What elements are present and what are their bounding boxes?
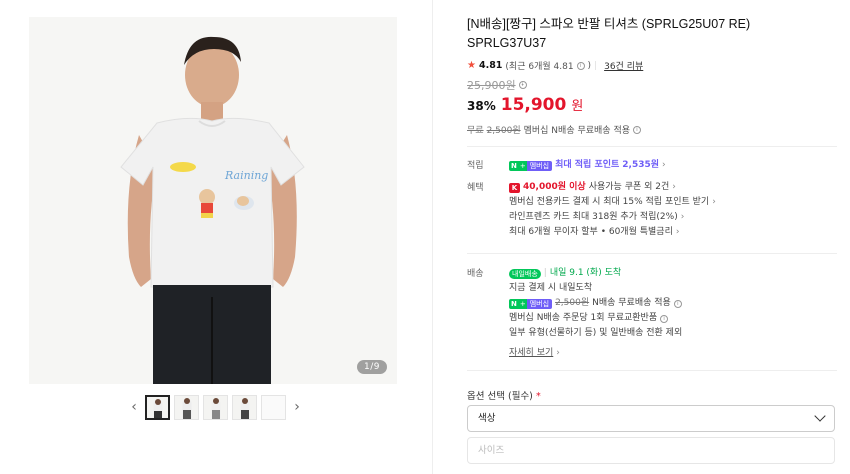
option-title: 옵션 선택 (필수) * <box>467 388 541 402</box>
coupon-text: 40,000원 이상 <box>523 182 586 192</box>
rating-row: ★ 4.81 (최근 6개월 4.81 i) | 36건 리뷰 <box>467 59 839 72</box>
section-divider <box>467 370 837 371</box>
review-link[interactable]: 36건 리뷰 <box>604 59 643 72</box>
discount-rate: 38% <box>467 99 496 113</box>
required-mark: * <box>535 391 541 402</box>
sale-price-row: 38% 15,900 원 <box>467 95 839 115</box>
section-divider <box>467 146 837 147</box>
points-text: 최대 적립 포인트 <box>555 160 620 170</box>
thumbnail-2[interactable] <box>174 394 199 420</box>
membership-badge: N + 멤버십 <box>509 298 553 309</box>
size-select[interactable]: 사이즈 <box>467 437 835 464</box>
installment-row[interactable]: 최대 6개월 무이자 할부 • 60개월 특별금리 › <box>509 225 839 240</box>
thumbnail-4[interactable] <box>232 394 257 420</box>
info-icon[interactable]: i <box>673 299 682 308</box>
product-title-line1: [N배송][짱구] 스파오 반팔 티셔츠 (SPRLG25U07 RE) <box>467 17 751 31</box>
coupon-rest: 사용가능 쿠폰 외 2건 <box>588 182 670 192</box>
shipping-section: 배송 내일배송 | 내일 9.1 (화) 도착 지금 결제 시 내일도착 N + 멤… <box>467 266 839 361</box>
chevron-right-icon: › <box>662 160 666 170</box>
line-friends-text: 라인프렌즈 카드 최대 318원 추가 적립(2%) <box>509 212 678 222</box>
benefit-label: 혜택 <box>467 183 484 193</box>
tshirt-graphic-text: Raining <box>224 169 268 182</box>
shipfee-strike: 2,500원 <box>486 126 521 136</box>
product-title: [N배송][짱구] 스파오 반팔 티셔츠 (SPRLG25U07 RE) SPR… <box>467 15 839 53</box>
chevron-down-icon <box>814 410 826 422</box>
exclude-note: 일부 유형(선물하기 등) 및 일반배송 전환 제외 <box>509 328 683 338</box>
sale-price-unit: 원 <box>571 99 584 114</box>
info-icon[interactable]: i <box>576 61 585 70</box>
shipping-fee-row: N + 멤버십 2,500원 N배송 무료배송 적용 i <box>509 296 839 311</box>
separator: | <box>594 60 598 71</box>
card-benefit-row[interactable]: 멤버십 전용카드 결제 시 최대 15% 적립 포인트 받기 › <box>509 195 839 210</box>
pay-note: 지금 결제 시 내일도착 <box>509 283 593 293</box>
image-counter: 1/9 <box>357 360 387 374</box>
option-title-text: 옵션 선택 (필수) <box>467 391 533 402</box>
info-icon[interactable]: i <box>660 314 669 323</box>
column-divider <box>432 0 433 474</box>
chevron-right-icon: › <box>680 212 685 222</box>
points-value: 2,535원 <box>622 160 660 170</box>
thumbnail-strip: ‹ › <box>127 394 304 420</box>
shipping-fee-strike: 2,500원 <box>555 298 590 308</box>
chevron-right-icon: › <box>556 348 560 358</box>
product-info: [N배송][짱구] 스파오 반팔 티셔츠 (SPRLG25U07 RE) SPR… <box>467 15 839 136</box>
membership-badge: N + 멤버십 <box>509 160 553 171</box>
thumbnail-5[interactable] <box>261 394 286 420</box>
chevron-right-icon: › <box>712 197 716 207</box>
shipfee-prefix: 무료 <box>467 126 484 136</box>
size-select-label: 사이즈 <box>478 445 505 456</box>
exchange-row: 멤버십 N배송 주문당 1회 무료교환반품 i <box>509 311 839 326</box>
points-row[interactable]: N + 멤버십 최대 적립 포인트 2,535원 › <box>509 158 839 173</box>
product-main-image[interactable]: Raining 1/9 <box>29 17 397 384</box>
tomorrow-delivery-badge: 내일배송 <box>509 268 541 279</box>
coupon-icon: K <box>509 182 520 193</box>
card-benefit-text: 멤버십 전용카드 결제 시 최대 15% 적립 포인트 받기 <box>509 197 710 207</box>
arrival-date: 내일 9.1 (화) 도착 <box>549 268 622 278</box>
exchange-text: 멤버십 N배송 주문당 1회 무료교환반품 <box>509 313 658 323</box>
chevron-right-icon[interactable]: › <box>290 397 304 417</box>
sale-price: 15,900 <box>500 95 567 115</box>
original-price: 25,900원 <box>467 79 516 92</box>
section-divider <box>467 253 837 254</box>
shipping-fee-text: N배송 무료배송 적용 <box>592 298 671 308</box>
info-icon[interactable]: i <box>518 81 527 89</box>
arrival-row: 내일배송 | 내일 9.1 (화) 도착 <box>509 266 839 281</box>
line-friends-row[interactable]: 라인프렌즈 카드 최대 318원 추가 적립(2%) › <box>509 210 839 225</box>
benefits-section: 적립 N + 멤버십 최대 적립 포인트 2,535원 › 혜택 K 40,000원… <box>467 158 839 248</box>
chevron-right-icon: › <box>672 182 676 192</box>
model-photo: Raining <box>29 17 397 384</box>
shipfee-text: 멤버십 N배송 무료배송 적용 <box>523 126 631 136</box>
rating-value: 4.81 <box>478 60 503 71</box>
detail-link-row[interactable]: 자세히 보기 › <box>509 346 839 361</box>
chevron-left-icon[interactable]: ‹ <box>127 397 141 417</box>
thumbnail-1[interactable] <box>145 394 170 420</box>
rating-detail-close: ) <box>587 60 592 71</box>
thumbnail-3[interactable] <box>203 394 228 420</box>
points-label: 적립 <box>467 161 484 171</box>
color-select[interactable]: 색상 <box>467 405 835 432</box>
shipping-label: 배송 <box>467 269 484 279</box>
rating-detail: (최근 6개월 4.81 <box>505 62 574 72</box>
info-icon[interactable]: i <box>633 125 642 134</box>
original-price-row: 25,900원 i <box>467 77 839 93</box>
coupon-row[interactable]: K 40,000원 이상 사용가능 쿠폰 외 2건 › <box>509 180 839 195</box>
detail-link[interactable]: 자세히 보기 <box>509 346 553 361</box>
star-icon: ★ <box>467 60 476 71</box>
installment-text: 최대 6개월 무이자 할부 • 60개월 특별금리 <box>509 227 673 237</box>
shipping-fee-row: 무료 2,500원 멤버십 N배송 무료배송 적용 i <box>467 123 839 136</box>
color-select-label: 색상 <box>478 413 496 424</box>
product-title-line2: SPRLG37U37 <box>467 36 547 50</box>
chevron-right-icon: › <box>675 227 680 237</box>
